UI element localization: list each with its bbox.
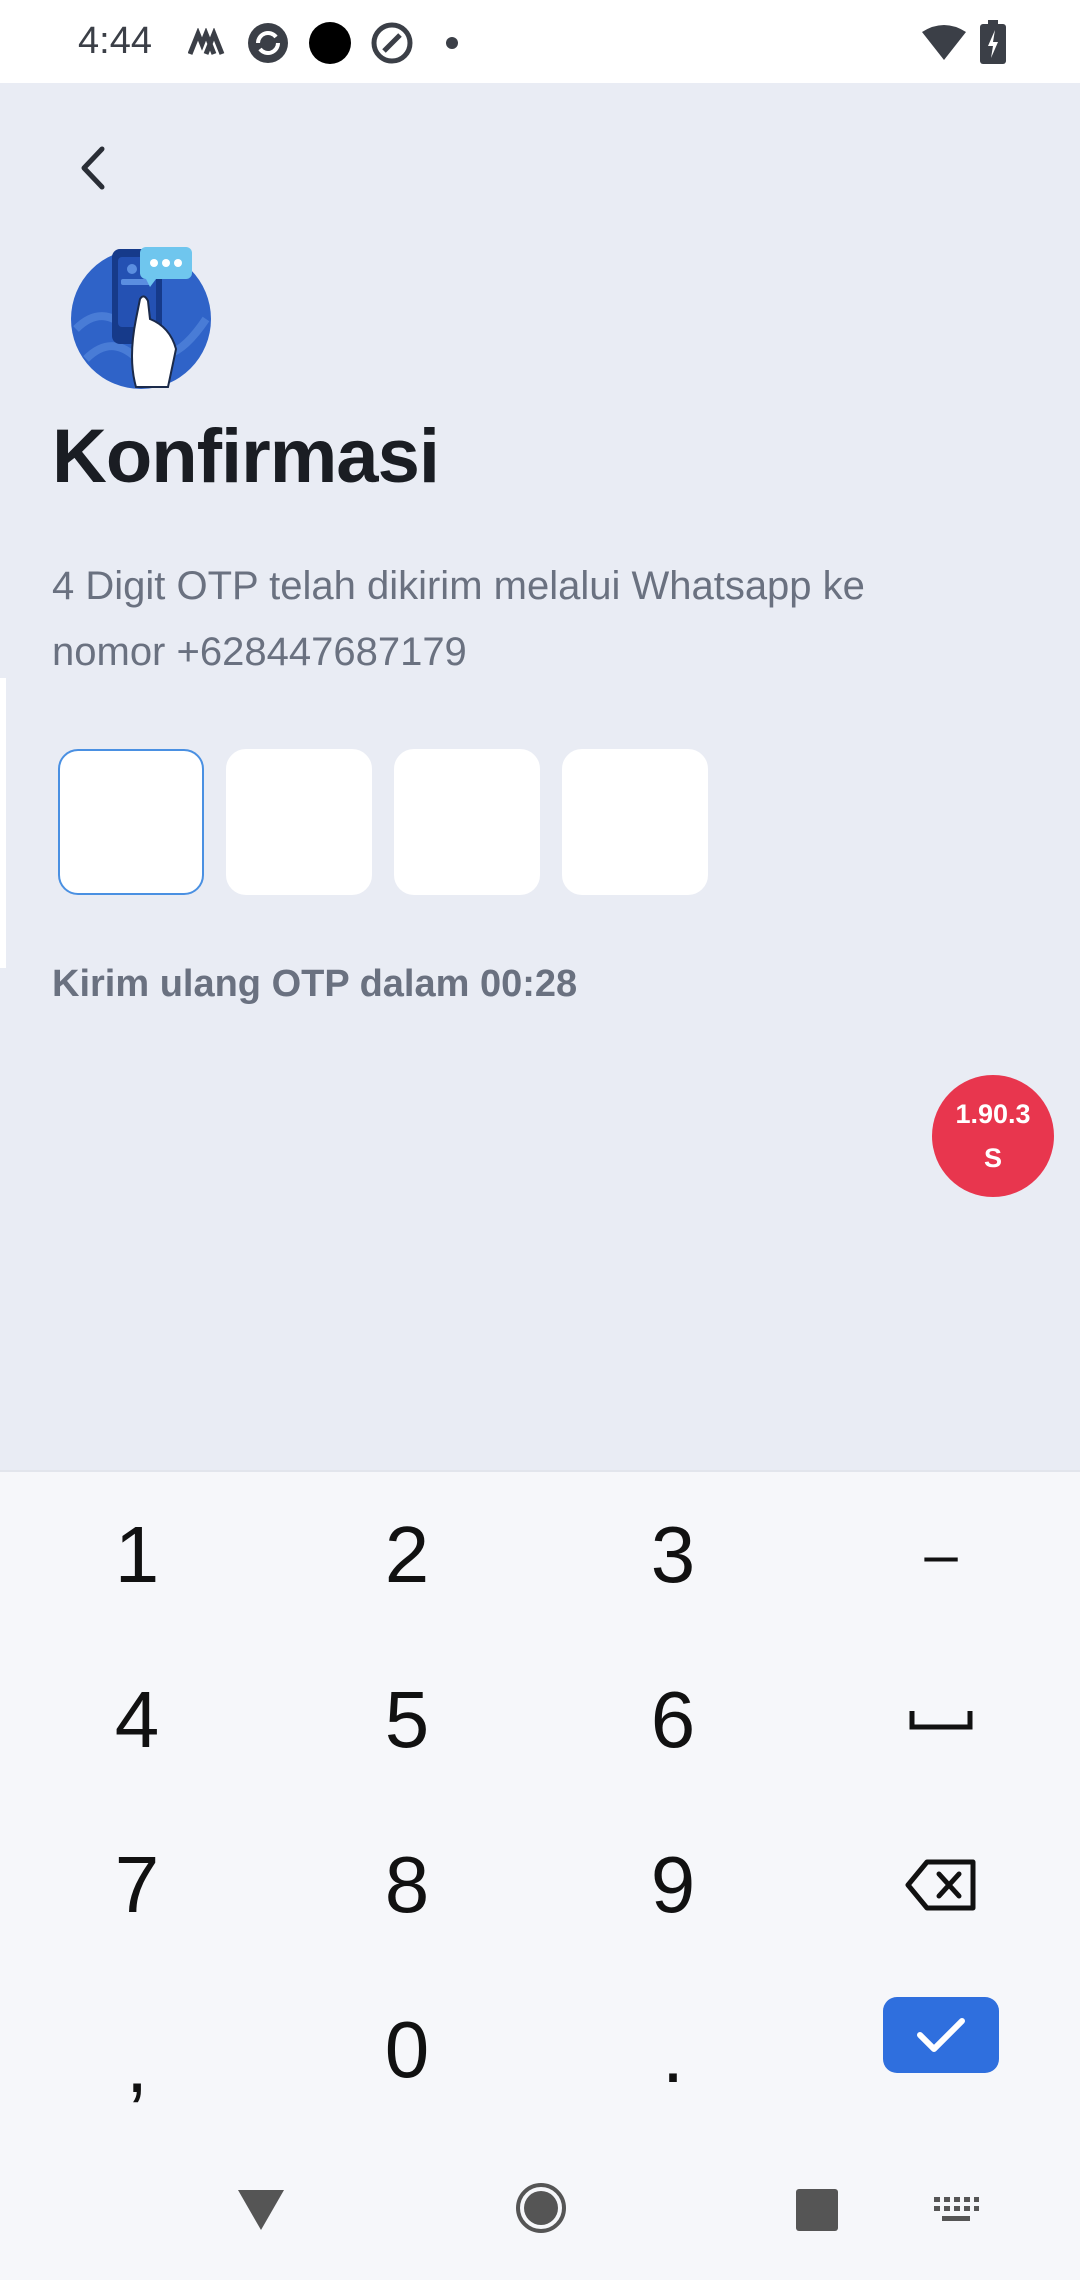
key-0-label: 0 <box>384 2004 430 2094</box>
key-period[interactable]: . <box>538 1967 808 2132</box>
key-dash-label: – <box>924 1521 958 1588</box>
key-done[interactable] <box>806 1952 1076 2117</box>
version-badge-line1: 1.90.3 <box>955 1099 1031 1129</box>
wifi-icon <box>922 25 966 60</box>
backspace-icon <box>905 1859 976 1910</box>
otp-digit-4[interactable] <box>562 749 708 895</box>
key-backspace[interactable] <box>806 1802 1076 1967</box>
key-comma[interactable]: , <box>2 1967 272 2132</box>
keyboard-toggle-icon[interactable] <box>932 2195 980 2225</box>
key-2-label: 2 <box>384 1509 430 1599</box>
key-comma-label: , <box>125 2019 149 2109</box>
space-icon <box>909 1710 973 1729</box>
otp-digit-3[interactable] <box>394 749 540 895</box>
key-4[interactable]: 4 <box>2 1637 272 1802</box>
notification-dot-icon <box>446 37 458 49</box>
vpn-icon <box>371 22 413 64</box>
otp-digit-1[interactable] <box>58 749 204 895</box>
record-dot-icon <box>309 22 351 64</box>
home-nav-icon[interactable] <box>516 2183 566 2233</box>
resend-otp-timer: Kirim ulang OTP dalam 00:28 <box>52 963 578 1005</box>
edge-indicator <box>0 678 6 968</box>
key-7-label: 7 <box>114 1839 160 1929</box>
key-2[interactable]: 2 <box>272 1472 542 1637</box>
otp-screen: Konfirmasi 4 Digit OTP telah dikirim mel… <box>0 83 1080 1470</box>
back-nav-icon[interactable] <box>236 2188 286 2232</box>
key-6-label: 6 <box>650 1674 696 1764</box>
key-dash[interactable]: – <box>806 1472 1076 1637</box>
back-button[interactable] <box>60 133 130 203</box>
otp-digit-2[interactable] <box>226 749 372 895</box>
key-space[interactable] <box>806 1637 1076 1802</box>
key-0[interactable]: 0 <box>272 1967 542 2132</box>
key-period-label: . <box>661 2009 685 2099</box>
done-button[interactable] <box>883 1996 999 2073</box>
key-6[interactable]: 6 <box>538 1637 808 1802</box>
key-9[interactable]: 9 <box>538 1802 808 1967</box>
battery-icon <box>980 20 1006 64</box>
navigation-bar <box>0 2155 1080 2280</box>
key-1-label: 1 <box>114 1509 160 1599</box>
page-title: Konfirmasi <box>52 414 440 499</box>
key-7[interactable]: 7 <box>2 1802 272 1967</box>
phone-chat-hand-icon <box>71 247 211 389</box>
numeric-keyboard: 1 2 3 – 4 5 6 7 8 9 , 0 . <box>0 1470 1080 2157</box>
sync-icon <box>248 23 288 63</box>
key-1[interactable]: 1 <box>2 1472 272 1637</box>
key-3-label: 3 <box>650 1509 696 1599</box>
key-3[interactable]: 3 <box>538 1472 808 1637</box>
key-5-label: 5 <box>384 1674 430 1764</box>
version-badge[interactable]: 1.90.3 S <box>932 1075 1054 1197</box>
key-5[interactable]: 5 <box>272 1637 542 1802</box>
version-badge-line2: S <box>983 1143 1002 1173</box>
key-4-label: 4 <box>114 1674 160 1764</box>
key-8-label: 8 <box>384 1839 430 1929</box>
key-8[interactable]: 8 <box>272 1802 542 1967</box>
status-time: 4:44 <box>78 20 152 62</box>
check-icon <box>917 2017 965 2052</box>
app-logo-icon <box>188 28 225 55</box>
otp-description: 4 Digit OTP telah dikirim melalui Whatsa… <box>52 564 865 674</box>
key-9-label: 9 <box>650 1839 696 1929</box>
recents-nav-icon[interactable] <box>796 2189 838 2231</box>
otp-input-group <box>58 749 708 895</box>
status-bar: 4:44 <box>0 0 1080 83</box>
